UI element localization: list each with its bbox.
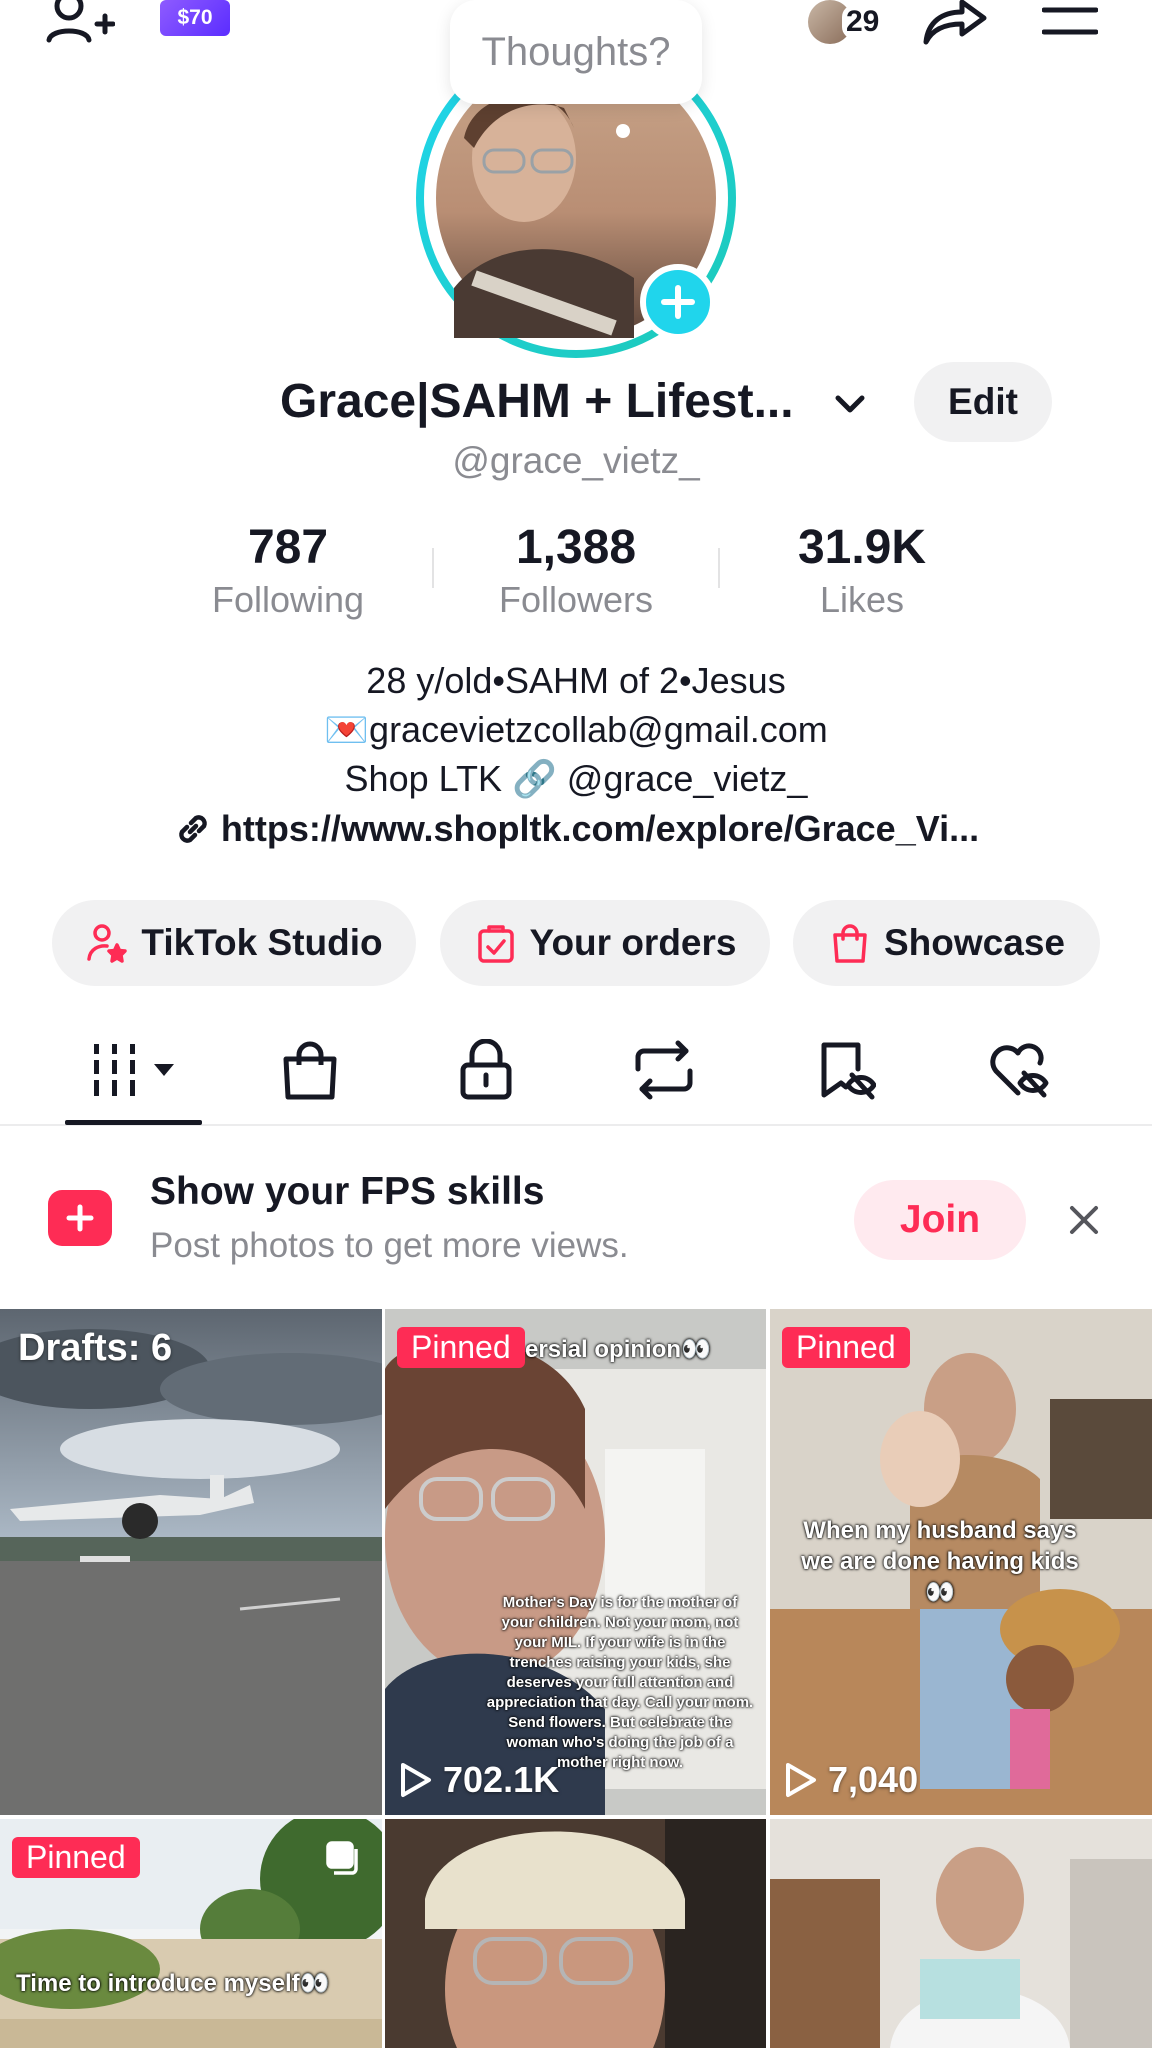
stat-divider <box>718 548 720 588</box>
thoughts-label: Thoughts? <box>481 29 671 74</box>
repost-icon <box>635 1040 693 1100</box>
showcase-button[interactable]: Showcase <box>793 900 1100 986</box>
chevron-down-icon[interactable] <box>832 386 868 422</box>
name-row: Grace|SAHM + Lifest... Edit <box>0 362 1152 442</box>
active-tab-indicator <box>65 1120 202 1125</box>
view-count-value: 7,040 <box>828 1759 919 1800</box>
tiktok-studio-button[interactable]: TikTok Studio <box>52 900 416 986</box>
video-grid: Drafts: 6 ersial opinion👀 Mother's Day i… <box>0 1309 1152 2048</box>
view-count-value: 702.1K <box>443 1759 560 1800</box>
thoughts-bubble[interactable]: Thoughts? <box>450 0 702 104</box>
plus-icon <box>661 285 695 319</box>
display-name[interactable]: Grace|SAHM + Lifest... <box>280 370 794 434</box>
heart-hidden-icon <box>990 1043 1049 1098</box>
friends-activity[interactable]: 29 <box>808 0 884 44</box>
tiktok-studio-label: TikTok Studio <box>141 922 383 963</box>
pinned-badge: Pinned <box>397 1327 525 1368</box>
showcase-label: Showcase <box>884 922 1065 963</box>
play-icon <box>401 1763 431 1797</box>
tab-shop[interactable] <box>270 1038 350 1102</box>
bio: 28 y/old•SAHM of 2•Jesus 💌gracevietzcoll… <box>0 656 1152 803</box>
thought-bubble-dot <box>616 124 630 138</box>
profile-stats: 787 Following 1,388 Followers 31.9K Like… <box>0 520 1152 630</box>
promo-title: Show your FPS skills <box>150 1170 545 1213</box>
photo-carousel-icon <box>326 1841 358 1875</box>
orders-icon <box>477 925 514 963</box>
add-story-button[interactable] <box>640 264 716 340</box>
following-count: 787 <box>247 521 329 574</box>
bookmark-hidden-icon <box>821 1042 876 1100</box>
pinned-photo-tile[interactable]: Time to introduce myself👀 Pinned <box>0 1819 382 2048</box>
likes-count: 31.9K <box>797 521 927 574</box>
bio-link[interactable]: https://www.shopltk.com/explore/Grace_Vi… <box>0 808 1152 850</box>
bio-line: Shop LTK 🔗 @grace_vietz_ <box>344 758 808 799</box>
video-caption: When my husband says we are done having … <box>801 1517 1079 1606</box>
tab-liked[interactable] <box>978 1038 1058 1102</box>
profile-actions: TikTok Studio Your orders Showcase <box>52 900 1100 986</box>
stat-likes[interactable]: 31.9K Likes <box>742 520 982 622</box>
bio-line: 💌gracevietzcollab@gmail.com <box>324 709 828 750</box>
promo-subtitle: Post photos to get more views. <box>150 1226 629 1265</box>
grid-videos-icon <box>94 1044 174 1096</box>
view-count: 7,040 <box>784 1759 918 1801</box>
coupon-label: $70 <box>177 6 213 29</box>
link-icon <box>179 815 207 843</box>
play-icon <box>786 1763 816 1797</box>
likes-label: Likes <box>819 579 905 620</box>
coupon-badge[interactable]: $70 <box>160 0 230 36</box>
bio-line: 28 y/old•SAHM of 2•Jesus <box>366 660 786 701</box>
menu-icon[interactable] <box>1040 0 1100 40</box>
friends-count: 29 <box>842 5 884 39</box>
stat-divider <box>432 548 434 588</box>
video-tile[interactable] <box>385 1819 766 2048</box>
video-caption: Time to introduce myself👀 <box>16 1970 330 1997</box>
shopping-bag-icon <box>833 924 867 963</box>
add-post-icon <box>48 1190 112 1246</box>
drafts-tile[interactable]: Drafts: 6 <box>0 1309 382 1815</box>
your-orders-button[interactable]: Your orders <box>440 900 770 986</box>
followers-label: Followers <box>498 579 654 620</box>
creator-star-icon <box>87 924 128 963</box>
pinned-video-tile[interactable]: When my husband says we are done having … <box>770 1309 1152 1815</box>
lock-icon <box>460 1039 512 1100</box>
video-tile[interactable] <box>770 1819 1152 2048</box>
video-top-caption: ersial opinion👀 <box>525 1336 711 1363</box>
tab-reposts[interactable] <box>624 1038 704 1102</box>
tab-private[interactable] <box>446 1038 526 1102</box>
video-caption: Mother's Day is for the mother of your c… <box>486 1594 754 1771</box>
view-count: 702.1K <box>399 1759 559 1801</box>
your-orders-label: Your orders <box>529 922 737 963</box>
content-tabs <box>0 1020 1152 1126</box>
username: @grace_vietz_ <box>452 440 700 481</box>
followers-count: 1,388 <box>515 521 637 574</box>
bio-link-text: https://www.shopltk.com/explore/Grace_Vi… <box>220 808 980 849</box>
pinned-badge: Pinned <box>782 1327 910 1368</box>
join-button[interactable]: Join <box>854 1180 1026 1260</box>
following-label: Following <box>211 579 365 620</box>
shopping-bag-icon <box>283 1041 337 1100</box>
tab-videos[interactable] <box>88 1038 184 1102</box>
stat-following[interactable]: 787 Following <box>168 520 408 622</box>
promo-banner: Show your FPS skills Post photos to get … <box>0 1130 1152 1308</box>
tab-favorites[interactable] <box>806 1038 886 1102</box>
stat-followers[interactable]: 1,388 Followers <box>456 520 696 622</box>
add-friend-icon[interactable] <box>44 0 116 46</box>
pinned-badge: Pinned <box>12 1837 140 1878</box>
close-icon[interactable] <box>1064 1200 1104 1240</box>
drafts-label: Drafts: 6 <box>18 1327 173 1369</box>
pinned-video-tile[interactable]: ersial opinion👀 Mother's Day is for the … <box>385 1309 766 1815</box>
share-icon[interactable] <box>920 0 990 46</box>
edit-profile-button[interactable]: Edit <box>914 362 1052 442</box>
